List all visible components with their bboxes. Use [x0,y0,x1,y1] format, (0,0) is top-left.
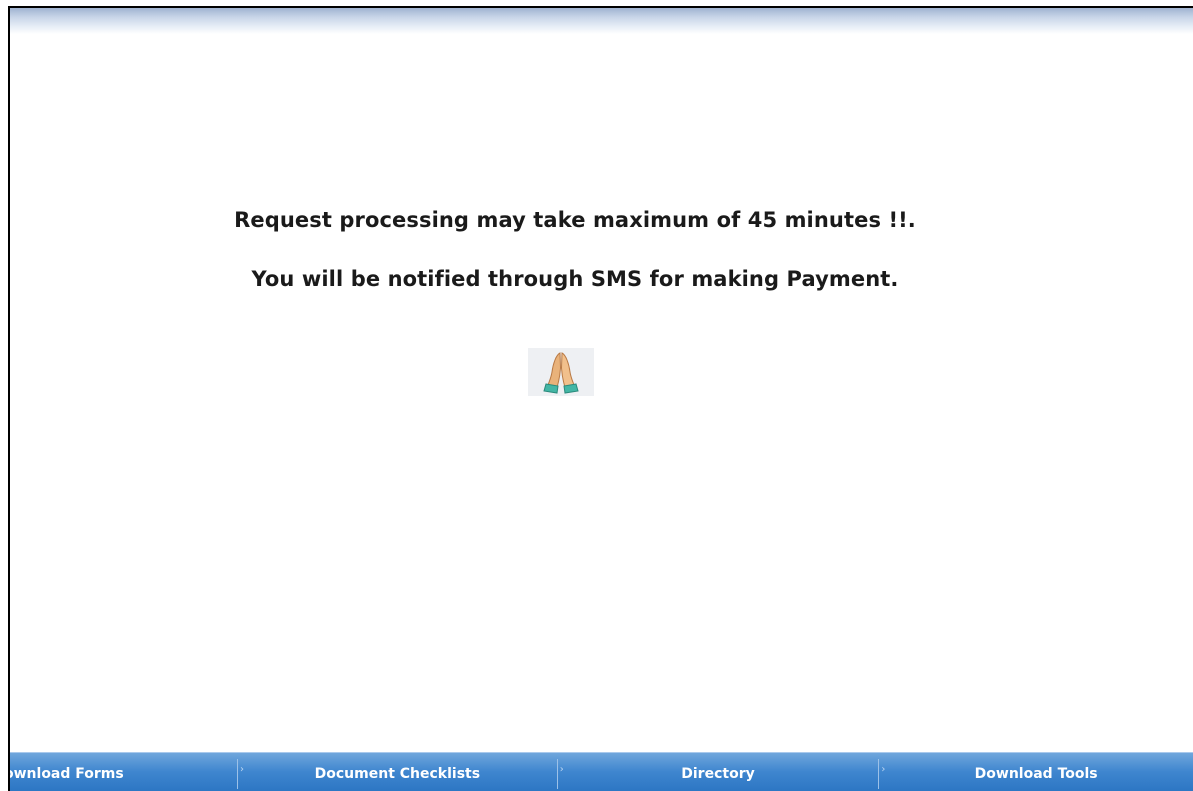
nav-download-tools[interactable]: Download Tools [879,753,1193,791]
footer-nav-bar: ownload Forms › Document Checklists › Di… [10,752,1193,791]
folded-hands-graphic [543,352,579,394]
nav-directory[interactable]: Directory [558,753,879,791]
processing-time-message: Request processing may take maximum of 4… [234,208,916,232]
nav-download-tools-label: Download Tools [974,765,1098,782]
nav-download-forms-label: ownload Forms [8,765,124,782]
header-band [10,8,1193,34]
page-frame: Request processing may take maximum of 4… [8,6,1193,791]
folded-hands-icon [528,348,594,396]
sms-notification-message: You will be notified through SMS for mak… [251,267,899,291]
nav-document-checklists[interactable]: Document Checklists [238,753,557,791]
nav-document-checklists-label: Document Checklists [314,765,481,782]
nav-directory-label: Directory [681,765,755,782]
nav-download-forms[interactable]: ownload Forms [10,753,237,791]
